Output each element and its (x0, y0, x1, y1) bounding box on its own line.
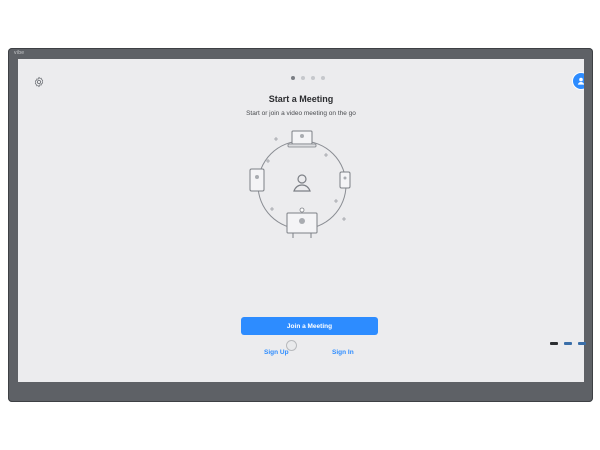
page-title: Start a Meeting (268, 94, 334, 104)
page-dot[interactable] (301, 76, 305, 80)
user-badge-icon[interactable] (572, 72, 584, 90)
brand-logo: vibe (14, 50, 25, 56)
page-indicator (291, 76, 325, 80)
display-monitor: vibe Start a Meeting Start or join a vid… (8, 48, 593, 402)
usb-port (578, 342, 586, 345)
room-system-icon (286, 207, 318, 238)
gear-icon[interactable] (33, 76, 45, 88)
phone-icon (339, 171, 351, 189)
page-dot[interactable] (311, 76, 315, 80)
laptop-icon (287, 130, 317, 148)
join-meeting-button[interactable]: Join a Meeting (241, 317, 378, 335)
monitor-ports (550, 342, 586, 345)
user-icon (293, 174, 311, 192)
app-screen: Start a Meeting Start or join a video me… (18, 59, 584, 382)
sign-up-link[interactable]: Sign Up (264, 349, 289, 356)
tablet-icon (249, 168, 265, 192)
page-dot[interactable] (321, 76, 325, 80)
sign-in-link[interactable]: Sign In (332, 349, 354, 356)
power-button-icon[interactable] (286, 340, 297, 351)
monitor-bottom-bezel (8, 382, 593, 402)
usb-port (564, 342, 572, 345)
port-slot (550, 342, 558, 345)
devices-network-illustration (249, 130, 351, 238)
page-dot[interactable] (291, 76, 295, 80)
page-subtitle: Start or join a video meeting on the go (246, 110, 356, 117)
